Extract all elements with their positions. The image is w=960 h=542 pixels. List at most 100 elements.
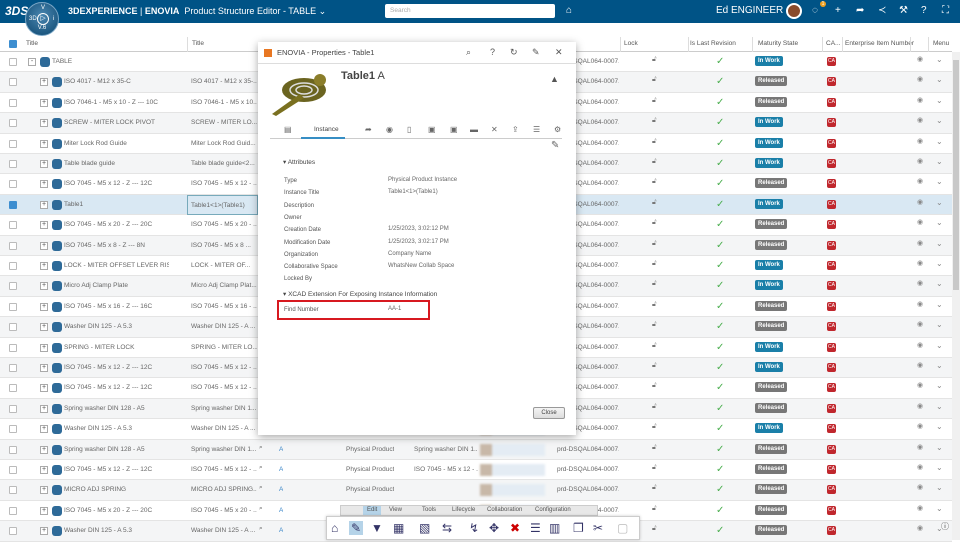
tab-comment-icon[interactable]: ▬ — [470, 125, 478, 134]
change-action-icon[interactable]: CA — [827, 281, 836, 291]
row-title[interactable]: ISO 4017 - M12 x 35-C — [64, 78, 169, 85]
eye-icon[interactable]: ◉ — [917, 259, 923, 267]
row-title[interactable]: Washer DIN 125 - A 5.3 — [64, 527, 169, 534]
row-title[interactable]: Table blade guide — [64, 160, 169, 167]
expand-toggle[interactable]: + — [40, 486, 48, 495]
eye-icon[interactable]: ◉ — [917, 524, 923, 532]
change-action-icon[interactable]: CA — [827, 505, 836, 515]
lock-icon[interactable]: 🔓︎ — [652, 362, 657, 370]
change-action-icon[interactable]: CA — [827, 342, 836, 352]
eye-icon[interactable]: ◉ — [917, 157, 923, 165]
row-title[interactable]: SCREW - MITER LOCK PIVOT — [64, 119, 169, 126]
eye-icon[interactable]: ◉ — [917, 177, 923, 185]
row-instance-title[interactable]: ISO 7045 - M5 x 12 - ... — [191, 384, 257, 391]
lock-icon[interactable]: 🔓︎ — [652, 403, 657, 411]
eye-icon[interactable]: ◉ — [917, 279, 923, 287]
tools-icon[interactable]: ⚒ — [899, 5, 908, 16]
lock-icon[interactable]: 🔓︎ — [652, 525, 657, 533]
expand-toggle[interactable]: + — [40, 78, 48, 87]
column-is-last-revision[interactable]: Is Last Revision — [690, 40, 736, 47]
chevron-down-icon[interactable]: ⌄ — [936, 177, 943, 186]
eye-icon[interactable]: ◉ — [917, 422, 923, 430]
chevron-down-icon[interactable]: ⌄ — [936, 75, 943, 84]
change-action-icon[interactable]: CA — [827, 301, 836, 311]
edit-icon[interactable]: ✎ — [551, 140, 559, 151]
info-icon[interactable]: ⓘ — [941, 521, 949, 532]
expand-toggle[interactable]: + — [40, 241, 48, 250]
row-checkbox[interactable] — [9, 486, 17, 495]
change-action-icon[interactable]: CA — [827, 383, 836, 393]
row-instance-title[interactable]: MICRO ADJ SPRING... — [191, 486, 257, 493]
row-instance-title[interactable]: Washer DIN 125 - A ... — [191, 323, 257, 330]
search-icon[interactable]: ⌕ — [466, 47, 471, 58]
expand-toggle[interactable]: - — [28, 58, 36, 66]
barcode-icon[interactable]: ▥ — [549, 521, 560, 535]
expand-toggle[interactable]: + — [40, 200, 48, 209]
chevron-down-icon[interactable]: ⌄ — [936, 361, 943, 370]
row-title[interactable]: Table1 — [64, 201, 169, 208]
row-instance-title[interactable]: ISO 7045 - M5 x 20 - ... — [191, 507, 257, 514]
change-action-icon[interactable]: CA — [827, 424, 836, 434]
lock-icon[interactable]: 🔓︎ — [652, 97, 657, 105]
play-icon[interactable]: ▷ — [37, 13, 49, 25]
row-instance-title[interactable]: LOCK - MITER OF... — [191, 262, 257, 269]
chevron-down-icon[interactable]: ⌄ — [936, 239, 943, 248]
change-action-icon[interactable]: CA — [827, 97, 836, 107]
tab-product-icon[interactable]: ▤ — [284, 125, 292, 134]
maturity-badge[interactable]: In Work — [755, 198, 783, 209]
row-instance-title[interactable]: Spring washer DIN 1... — [191, 405, 257, 412]
change-action-icon[interactable]: CA — [827, 77, 836, 87]
maturity-badge[interactable]: Released — [755, 219, 788, 230]
search-doc-icon[interactable]: ⌕ — [259, 505, 263, 513]
plus-icon[interactable]: + — [835, 5, 841, 16]
row-title[interactable]: ISO 7045 - M5 x 20 - Z --- 20C — [64, 507, 169, 514]
expand-toggle[interactable]: + — [40, 323, 48, 332]
lock-icon[interactable]: 🔓︎ — [652, 464, 657, 472]
eye-icon[interactable]: ◉ — [917, 75, 923, 83]
row-instance-title[interactable]: Table blade guide<2... — [191, 160, 257, 167]
row-title[interactable]: ISO 7045 - M5 x 16 - Z --- 16C — [64, 303, 169, 310]
change-action-icon[interactable]: CA — [827, 526, 836, 536]
row-title[interactable]: Washer DIN 125 - A 5.3 — [64, 323, 169, 330]
column-title[interactable]: Title — [26, 40, 38, 47]
row-checkbox[interactable] — [9, 160, 17, 168]
lock-icon[interactable]: 🔓︎ — [652, 260, 657, 268]
refresh-icon[interactable]: ↻ — [510, 47, 518, 58]
maturity-badge[interactable]: In Work — [755, 280, 783, 291]
replace-icon[interactable]: ⇆ — [442, 521, 452, 535]
maturity-badge[interactable]: In Work — [755, 117, 783, 128]
maturity-badge[interactable]: Released — [755, 76, 788, 87]
column-lock[interactable]: Lock — [624, 40, 638, 47]
row-checkbox[interactable] — [9, 221, 17, 230]
eye-icon[interactable]: ◉ — [917, 198, 923, 206]
select-all-checkbox[interactable] — [9, 40, 17, 48]
action-tab-configuration[interactable]: Configuration — [535, 507, 571, 513]
row-checkbox[interactable] — [9, 180, 17, 189]
reorder-icon[interactable]: ↯ — [469, 521, 479, 535]
row-checkbox[interactable] — [9, 506, 17, 515]
maturity-badge[interactable]: Released — [755, 321, 788, 332]
chevron-down-icon[interactable]: ⌄ — [936, 402, 943, 411]
maturity-badge[interactable]: Released — [755, 300, 788, 311]
tab-relations-icon[interactable]: ✕ — [491, 125, 498, 134]
expand-toggle[interactable]: + — [40, 466, 48, 474]
row-instance-title[interactable]: ISO 7045 - M5 x 12 - ... — [191, 180, 257, 187]
row-checkbox[interactable] — [9, 98, 17, 107]
explode-icon[interactable]: ✥ — [489, 521, 499, 535]
row-instance-title[interactable]: ISO 7045 - M5 x 16 - ... — [191, 303, 257, 310]
maturity-badge[interactable]: Released — [755, 96, 788, 107]
row-instance-title[interactable]: Spring washer DIN 1... — [191, 446, 257, 453]
eye-icon[interactable]: ◉ — [917, 463, 923, 471]
maturity-badge[interactable]: Released — [755, 178, 788, 189]
chevron-down-icon[interactable]: ⌄ — [936, 96, 943, 105]
lock-icon[interactable]: 🔓︎ — [652, 56, 657, 64]
column-enterprise-item-number[interactable]: Enterprise Item Number — [845, 40, 914, 47]
column-ca[interactable]: CA... — [826, 40, 840, 47]
eye-icon[interactable]: ◉ — [917, 55, 923, 63]
eye-icon[interactable]: ◉ — [917, 320, 923, 328]
maturity-badge[interactable]: In Work — [755, 137, 783, 148]
expand-toggle[interactable]: + — [40, 180, 48, 189]
eye-icon[interactable]: ◉ — [917, 483, 923, 491]
change-action-icon[interactable]: CA — [827, 57, 836, 66]
row-checkbox[interactable] — [9, 343, 17, 352]
